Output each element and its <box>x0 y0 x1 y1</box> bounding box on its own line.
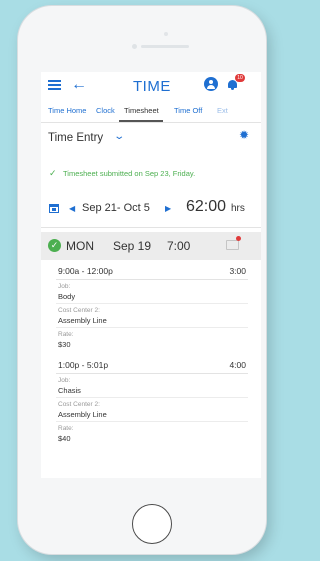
day-header[interactable]: ✓ MON Sep 19 7:00 <box>41 232 261 260</box>
field-label: Rate: <box>58 331 74 338</box>
field-cost-center: Cost Center 2: Assembly Line <box>56 304 248 328</box>
check-circle-icon: ✓ <box>48 239 61 252</box>
entry-time-range: 1:00p - 5:01p <box>58 360 109 370</box>
prev-arrow-icon[interactable]: ◀ <box>69 204 75 213</box>
check-icon: ✓ <box>49 168 57 178</box>
tab-time-off[interactable]: Time Off <box>174 106 202 115</box>
home-button[interactable] <box>132 504 172 544</box>
notice-text: Timesheet submitted on Sep 23, Friday. <box>63 169 196 178</box>
speaker <box>141 45 189 48</box>
period-unit: hrs <box>231 203 245 214</box>
time-entry[interactable]: 9:00a - 12:00p 3:00 Job: Body Cost Cente… <box>56 264 248 351</box>
tab-clock[interactable]: Clock <box>96 106 115 115</box>
user-icon[interactable] <box>204 77 218 91</box>
pay-period-bar: ◀ Sep 21- Oct 5 ▶ 62:00 hrs <box>41 193 261 228</box>
tab-time-home[interactable]: Time Home <box>48 106 86 115</box>
gear-icon[interactable]: ✹ <box>239 128 249 142</box>
calendar-icon[interactable] <box>49 204 59 213</box>
time-entries: 9:00a - 12:00p 3:00 Job: Body Cost Cente… <box>41 260 261 445</box>
field-label: Rate: <box>58 425 74 432</box>
field-rate: Rate: $40 <box>56 422 248 445</box>
app-bar: ← TIME 10 <box>41 72 261 100</box>
section-title[interactable]: Time Entry <box>48 132 103 144</box>
field-value: $30 <box>58 340 71 349</box>
app-screen: ← TIME 10 Time Home Clock Timesheet Time… <box>41 72 261 478</box>
field-rate: Rate: $30 <box>56 328 248 351</box>
entry-header: 1:00p - 5:01p 4:00 <box>56 358 248 374</box>
day-date: Sep 19 <box>113 239 152 253</box>
field-label: Cost Center 2: <box>58 401 100 408</box>
next-arrow-icon[interactable]: ▶ <box>165 204 171 213</box>
day-name: MON <box>66 239 94 253</box>
tab-overflow[interactable]: Ext <box>217 106 228 115</box>
menu-icon[interactable] <box>48 80 61 90</box>
day-total: 7:00 <box>167 239 191 253</box>
time-entry[interactable]: 1:00p - 5:01p 4:00 Job: Chasis Cost Cent… <box>56 358 248 445</box>
field-cost-center: Cost Center 2: Assembly Line <box>56 398 248 422</box>
field-value: Assembly Line <box>58 316 107 325</box>
camera <box>164 32 168 36</box>
tab-bar: Time Home Clock Timesheet Time Off Ext <box>41 100 261 123</box>
field-label: Cost Center 2: <box>58 307 100 314</box>
field-label: Job: <box>58 283 71 290</box>
section-header: Time Entry ⌄ ✹ <box>41 123 261 151</box>
field-value: Chasis <box>58 386 81 395</box>
field-label: Job: <box>58 377 71 384</box>
back-arrow-icon[interactable]: ← <box>71 75 87 95</box>
field-value: Body <box>58 292 76 301</box>
field-value: Assembly Line <box>58 410 107 419</box>
entry-hours: 3:00 <box>229 266 246 276</box>
field-job: Job: Chasis <box>56 374 248 398</box>
comment-alert-dot <box>236 236 241 241</box>
entry-header: 9:00a - 12:00p 3:00 <box>56 264 248 280</box>
notification-badge: 10 <box>235 74 245 82</box>
chevron-down-icon[interactable]: ⌄ <box>113 131 125 142</box>
active-tab-indicator <box>119 120 163 122</box>
entry-hours: 4:00 <box>229 360 246 370</box>
comment-icon[interactable] <box>226 240 239 250</box>
tab-timesheet[interactable]: Timesheet <box>124 106 159 115</box>
entry-time-range: 9:00a - 12:00p <box>58 266 113 276</box>
sensor <box>132 44 137 49</box>
field-job: Job: Body <box>56 280 248 304</box>
page-title: TIME <box>133 78 171 95</box>
field-value: $40 <box>58 434 71 443</box>
period-range: Sep 21- Oct 5 <box>82 202 150 214</box>
period-total: 62:00 <box>186 198 227 215</box>
submission-notice: ✓ Timesheet submitted on Sep 23, Friday. <box>41 159 261 191</box>
